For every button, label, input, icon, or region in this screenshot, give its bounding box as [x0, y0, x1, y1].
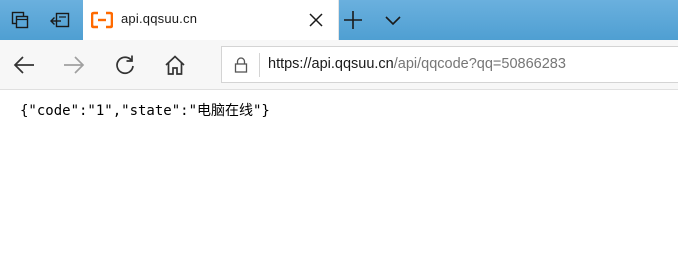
url-host: https://api.qqsuu.cn [268, 56, 394, 72]
refresh-icon[interactable] [112, 52, 138, 78]
lock-icon[interactable] [234, 57, 248, 73]
chevron-down-icon[interactable] [384, 12, 402, 28]
close-icon[interactable] [308, 12, 324, 28]
arrow-right-icon[interactable] [61, 52, 87, 78]
tab-strip: api.qqsuu.cn [0, 0, 678, 40]
url-path: /api/qqcode?qq=50866283 [393, 56, 566, 72]
address-divider [259, 53, 260, 77]
tabs-aside-icon[interactable] [9, 9, 31, 31]
plus-icon[interactable] [343, 10, 363, 30]
browser-window: api.qqsuu.cn https://api.qqsuu.cn/api/qq… [0, 0, 678, 271]
url-text[interactable]: https://api.qqsuu.cn/api/qqcode?qq=50866… [268, 56, 566, 72]
bracket-favicon-icon [90, 11, 114, 29]
home-icon[interactable] [162, 52, 188, 78]
address-bar[interactable]: https://api.qqsuu.cn/api/qqcode?qq=50866… [221, 46, 678, 83]
json-response: {"code":"1","state":"电脑在线"} [20, 103, 270, 119]
navigation-bar: https://api.qqsuu.cn/api/qqcode?qq=50866… [0, 40, 678, 90]
set-aside-tabs-icon[interactable] [49, 9, 71, 31]
tab-title: api.qqsuu.cn [121, 11, 198, 26]
page-content: {"code":"1","state":"电脑在线"} [0, 90, 678, 271]
tab-active[interactable]: api.qqsuu.cn [83, 0, 339, 40]
arrow-left-icon[interactable] [11, 52, 37, 78]
